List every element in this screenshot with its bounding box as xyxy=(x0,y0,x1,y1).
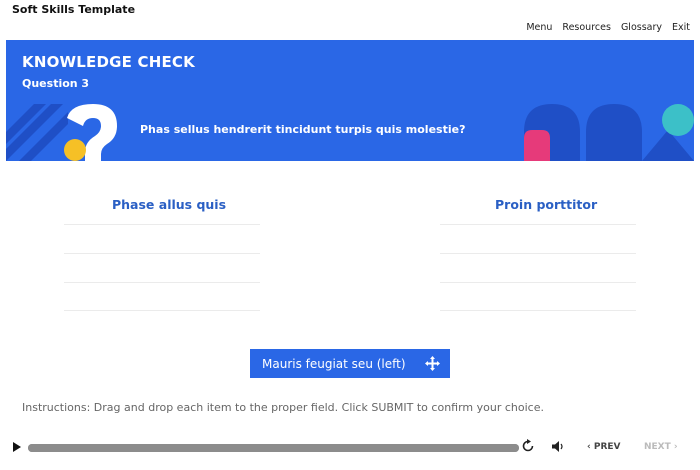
move-icon xyxy=(425,356,440,371)
stripes-decoration xyxy=(6,104,68,161)
prev-button[interactable]: ‹ PREV xyxy=(587,442,621,452)
prev-label: PREV xyxy=(593,442,621,452)
question-number: Question 3 xyxy=(22,77,90,90)
left-drop-slot[interactable] xyxy=(64,282,260,283)
right-drop-slot[interactable] xyxy=(440,224,636,225)
drag-item[interactable]: Mauris feugiat seu (left) xyxy=(250,349,450,378)
chevron-left-icon: ‹ xyxy=(587,442,591,452)
question-text: Phas sellus hendrerit tincidunt turpis q… xyxy=(140,123,466,136)
shapes-decoration xyxy=(524,104,694,161)
seek-progress xyxy=(28,444,519,452)
nav-exit[interactable]: Exit xyxy=(672,22,690,33)
next-label: NEXT xyxy=(644,442,671,452)
banner-heading: KNOWLEDGE CHECK xyxy=(22,53,195,71)
left-column-heading: Phase allus quis xyxy=(112,197,227,212)
left-drop-slot[interactable] xyxy=(64,310,260,311)
left-drop-slot[interactable] xyxy=(64,253,260,254)
instructions-text: Instructions: Drag and drop each item to… xyxy=(22,401,544,414)
right-drop-slot[interactable] xyxy=(440,282,636,283)
right-drop-slot[interactable] xyxy=(440,253,636,254)
drag-item-label: Mauris feugiat seu (left) xyxy=(262,356,406,371)
right-column-heading: Proin porttitor xyxy=(495,197,598,212)
nav-glossary[interactable]: Glossary xyxy=(621,22,662,33)
volume-icon[interactable] xyxy=(551,440,565,453)
left-drop-slot[interactable] xyxy=(64,224,260,225)
top-navigation: Menu Resources Glossary Exit xyxy=(526,22,690,33)
question-mark-graphic xyxy=(64,104,117,161)
nav-menu[interactable]: Menu xyxy=(526,22,552,33)
nav-resources[interactable]: Resources xyxy=(562,22,611,33)
question-banner: KNOWLEDGE CHECK Question 3 Phas sellus h… xyxy=(6,40,694,161)
play-icon[interactable] xyxy=(12,441,22,453)
chevron-right-icon: › xyxy=(673,442,678,452)
seek-bar[interactable] xyxy=(28,444,519,452)
next-button[interactable]: NEXT › xyxy=(644,442,678,452)
app-title: Soft Skills Template xyxy=(12,3,136,16)
right-drop-slot[interactable] xyxy=(440,310,636,311)
replay-icon[interactable] xyxy=(521,439,535,453)
media-player-bar: ‹ PREV NEXT › xyxy=(0,437,700,459)
